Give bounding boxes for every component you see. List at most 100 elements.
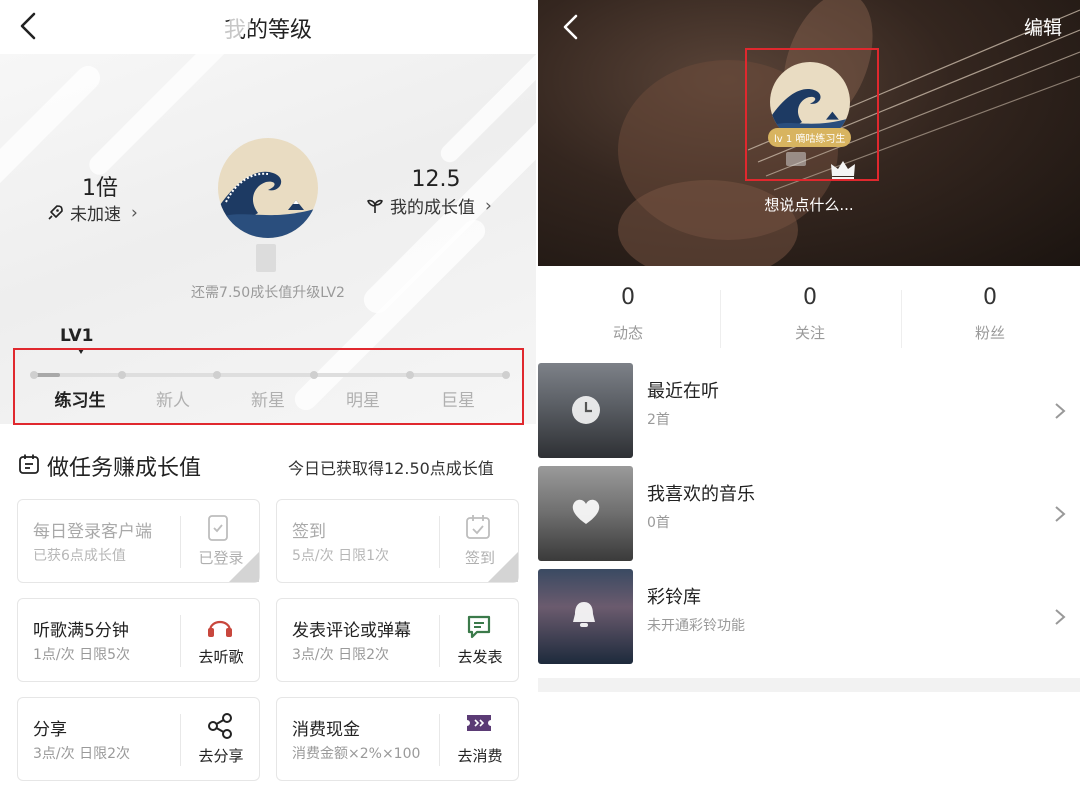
headphones-icon: [206, 613, 234, 643]
stat-divider: [720, 290, 721, 348]
task-card[interactable]: 分享 3点/次 日限2次 去分享: [17, 697, 260, 781]
task-title: 消费现金: [292, 720, 360, 740]
task-subtitle: 3点/次 日限2次: [33, 746, 130, 762]
task-card[interactable]: 发表评论或弹幕 3点/次 日限2次 去发表: [276, 598, 519, 682]
library-thumbnail: [538, 466, 633, 561]
wave-artwork-image: [218, 138, 318, 238]
level-dot: [502, 371, 510, 379]
signature-text[interactable]: 想说点什么...: [538, 194, 1080, 215]
level-name-item: 巨星: [441, 391, 475, 411]
stat-label[interactable]: 粉丝: [900, 322, 1080, 343]
task-card[interactable]: 听歌满5分钟 1点/次 日限5次 去听歌: [17, 598, 260, 682]
speed-link[interactable]: 未加速 ›: [46, 200, 138, 225]
level-dot: [406, 371, 414, 379]
stat-value[interactable]: 0: [538, 285, 718, 310]
task-calendar-icon: [19, 454, 39, 474]
level-name-item: 明星: [346, 391, 380, 411]
chevron-right-icon: ›: [485, 195, 492, 216]
task-divider: [439, 714, 440, 766]
level-badge: lv 1 嘀咕练习生: [768, 128, 852, 147]
library-row[interactable]: 最近在听 2首: [538, 363, 1080, 459]
level-track: [30, 370, 510, 380]
task-action-button[interactable]: 去消费: [445, 745, 515, 766]
today-earned-text: 今日已获取得12.50点成长值: [288, 459, 494, 478]
phone-check-icon: [206, 514, 230, 546]
speed-label: 未加速: [70, 205, 121, 225]
task-title: 签到: [292, 522, 326, 542]
level-dot: [213, 371, 221, 379]
done-corner-check-icon: [488, 552, 518, 582]
library-row-title: 彩铃库: [647, 587, 701, 608]
task-subtitle: 1点/次 日限5次: [33, 647, 130, 663]
level-track-bg: [34, 373, 506, 377]
library-row-title: 最近在听: [647, 381, 719, 402]
task-title: 听歌满5分钟: [33, 621, 129, 641]
library-row[interactable]: 我喜欢的音乐 0首: [538, 466, 1080, 562]
stat-label[interactable]: 动态: [538, 322, 718, 343]
chevron-right-icon: [1055, 403, 1066, 419]
stat-divider: [901, 290, 902, 348]
stat-label[interactable]: 关注: [720, 322, 900, 343]
task-card[interactable]: 签到 5点/次 日限1次 签到: [276, 499, 519, 583]
level-dot: [30, 371, 38, 379]
task-divider: [180, 615, 181, 667]
library-row-subtitle: 0首: [647, 515, 670, 531]
username-blurred: [256, 244, 276, 272]
library-thumbnail: [538, 363, 633, 458]
growth-link[interactable]: 我的成长值 ›: [366, 193, 492, 218]
task-divider: [439, 516, 440, 568]
tasks-heading: 做任务赚成长值: [47, 456, 202, 481]
task-divider: [180, 714, 181, 766]
growth-label: 我的成长值: [390, 198, 475, 218]
task-action-button[interactable]: 去听歌: [186, 646, 256, 667]
edit-button[interactable]: 编辑: [1024, 13, 1062, 40]
comment-icon: [465, 613, 493, 645]
bell-icon: [569, 599, 599, 635]
chevron-right-icon: [1055, 609, 1066, 625]
task-card[interactable]: 每日登录客户端 已获6点成长值 已登录: [17, 499, 260, 583]
share-icon: [206, 712, 234, 744]
sprout-icon: [367, 199, 383, 213]
heart-icon: [569, 496, 603, 530]
task-title: 分享: [33, 720, 67, 740]
chevron-right-icon: [1055, 506, 1066, 522]
speed-value: 1倍: [82, 176, 118, 201]
library-row-title: 我喜欢的音乐: [647, 484, 755, 505]
upgrade-need-text: 还需7.50成长值升级LV2: [191, 285, 345, 301]
level-dot: [310, 371, 318, 379]
library-row[interactable]: 彩铃库未开通彩铃功能: [538, 569, 1080, 665]
avatar[interactable]: [218, 138, 318, 238]
calendar-check-icon: [465, 514, 491, 544]
ticket-icon: [465, 712, 493, 738]
growth-value: 12.5: [411, 167, 461, 192]
level-name-item: 新星: [251, 391, 285, 411]
rocket-icon: [48, 204, 63, 220]
task-card[interactable]: 消费现金消费金额×2%×100 去消费: [276, 697, 519, 781]
section-divider: [538, 678, 1080, 692]
level-names: 练习生 新人 新星 明星 巨星: [38, 386, 518, 411]
page-title: 我的等级: [223, 18, 312, 43]
current-level-marker: LV1: [60, 326, 94, 346]
level-dot: [118, 371, 126, 379]
crown-icon: [831, 161, 855, 179]
back-arrow-icon[interactable]: [560, 12, 582, 42]
task-subtitle: 消费金额×2%×100: [292, 746, 421, 762]
my-level-screen: 我的等级 1倍 未加速 › 12.5 我的成长值 › 还需7.50成长值升级LV…: [0, 0, 536, 787]
library-row-subtitle: 2首: [647, 412, 670, 428]
task-subtitle: 3点/次 日限2次: [292, 647, 389, 663]
task-title: 发表评论或弹幕: [292, 621, 411, 641]
stat-value[interactable]: 0: [720, 285, 900, 310]
task-action-button[interactable]: 去发表: [445, 646, 515, 667]
chevron-right-icon: ›: [131, 202, 138, 223]
task-divider: [439, 615, 440, 667]
task-action-button[interactable]: 去分享: [186, 745, 256, 766]
library-thumbnail: [538, 569, 633, 664]
task-divider: [180, 516, 181, 568]
username-blurred: [786, 152, 806, 166]
library-row-subtitle: 未开通彩铃功能: [647, 618, 745, 634]
done-corner-check-icon: [229, 552, 259, 582]
level-name-item: 练习生: [54, 391, 106, 411]
clock-icon: [569, 393, 603, 431]
stat-value[interactable]: 0: [900, 285, 1080, 310]
task-title: 每日登录客户端: [33, 522, 152, 542]
